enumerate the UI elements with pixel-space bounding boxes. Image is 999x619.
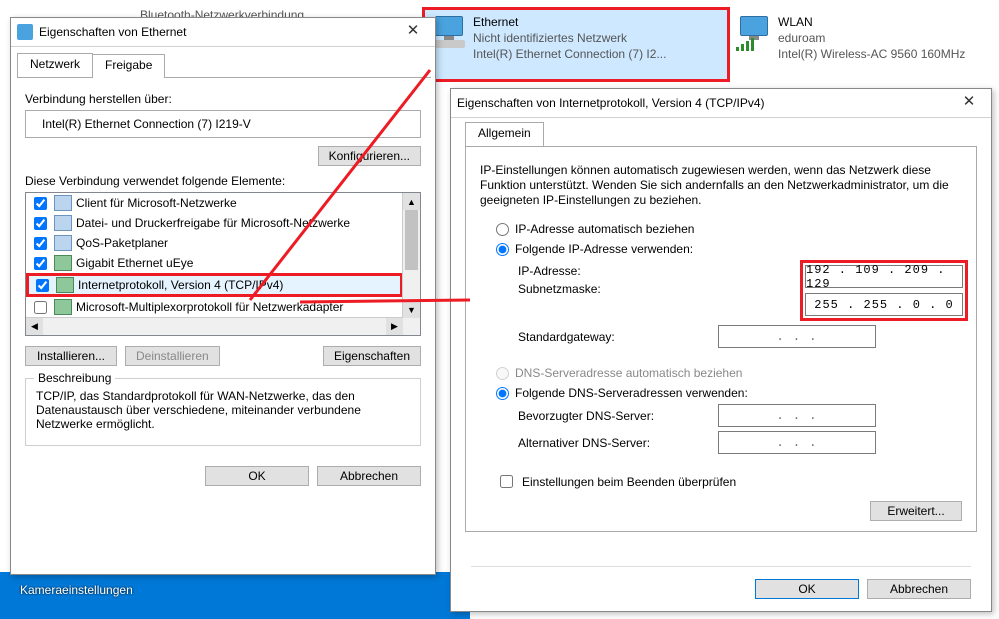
scroll-down-icon[interactable]: ▼ xyxy=(403,301,420,318)
component-checkbox[interactable] xyxy=(34,301,47,314)
component-row[interactable]: Gigabit Ethernet uEye xyxy=(26,253,403,273)
window-title: Eigenschaften von Internetprotokoll, Ver… xyxy=(457,96,765,110)
titlebar[interactable]: Eigenschaften von Internetprotokoll, Ver… xyxy=(451,89,991,118)
description-text: IP-Einstellungen können automatisch zuge… xyxy=(480,163,962,208)
ethernet-adapter-icon xyxy=(431,16,465,50)
component-label: Datei- und Druckerfreigabe für Microsoft… xyxy=(76,216,350,230)
scroll-left-icon[interactable]: ◀ xyxy=(26,318,43,335)
gateway-label: Standardgateway: xyxy=(474,330,718,344)
ip-label: IP-Adresse: xyxy=(474,264,718,278)
ip-mask-highlight: 192 . 109 . 209 . 129 255 . 255 . 0 . 0 xyxy=(800,260,968,321)
component-row[interactable]: Client für Microsoft-Netzwerke xyxy=(26,193,403,213)
horizontal-scrollbar[interactable]: ◀ ▶ xyxy=(26,317,403,335)
properties-button[interactable]: Eigenschaften xyxy=(323,346,421,366)
component-label: Gigabit Ethernet uEye xyxy=(76,256,193,270)
component-checkbox[interactable] xyxy=(34,217,47,230)
close-button[interactable]: ✕ xyxy=(397,21,429,43)
window-icon xyxy=(17,24,33,40)
scroll-up-icon[interactable]: ▲ xyxy=(403,193,420,210)
protocol-icon xyxy=(54,255,72,271)
tab-network[interactable]: Netzwerk xyxy=(17,53,93,77)
adapter-card-ethernet[interactable]: Ethernet Nicht identifiziertes Netzwerk … xyxy=(422,7,730,82)
client-icon xyxy=(54,215,72,231)
adapter-device: Intel(R) Ethernet Connection (7) I2... xyxy=(473,46,666,62)
component-label: QoS-Paketplaner xyxy=(76,236,168,250)
component-row[interactable]: QoS-Paketplaner xyxy=(26,233,403,253)
ip-input[interactable]: 192 . 109 . 209 . 129 xyxy=(805,265,963,288)
mask-input[interactable]: 255 . 255 . 0 . 0 xyxy=(805,293,963,316)
component-label: Microsoft-Multiplexorprotokoll für Netzw… xyxy=(76,300,343,314)
adapter-card-wlan[interactable]: WLAN eduroam Intel(R) Wireless-AC 9560 1… xyxy=(730,10,999,68)
install-button[interactable]: Installieren... xyxy=(25,346,117,366)
gateway-input[interactable]: . . . xyxy=(718,325,876,348)
configure-button[interactable]: Konfigurieren... xyxy=(318,146,421,166)
scroll-thumb[interactable] xyxy=(405,210,418,270)
adapter-status: eduroam xyxy=(778,30,965,46)
wlan-adapter-icon xyxy=(736,16,770,50)
nic-name: Intel(R) Ethernet Connection (7) I219-V xyxy=(42,117,251,131)
component-checkbox[interactable] xyxy=(36,279,49,292)
component-row[interactable]: Internetprotokoll, Version 4 (TCP/IPv4) xyxy=(26,273,403,297)
mask-label: Subnetzmaske: xyxy=(474,282,718,296)
component-checkbox[interactable] xyxy=(34,197,47,210)
dns2-input[interactable]: . . . xyxy=(718,431,876,454)
adapter-name: WLAN xyxy=(778,14,965,30)
vertical-scrollbar[interactable]: ▲ ▼ xyxy=(402,193,420,318)
client-icon xyxy=(54,195,72,211)
validate-checkbox[interactable]: Einstellungen beim Beenden überprüfen xyxy=(496,472,968,491)
component-row[interactable]: Microsoft-Multiplexorprotokoll für Netzw… xyxy=(26,297,403,317)
component-label: Client für Microsoft-Netzwerke xyxy=(76,196,237,210)
client-icon xyxy=(54,235,72,251)
connect-using-label: Verbindung herstellen über: xyxy=(25,92,421,106)
radio-static-dns[interactable]: Folgende DNS-Serveradressen verwenden: xyxy=(496,386,968,400)
camera-settings-label: Kameraeinstellungen xyxy=(20,583,133,597)
scroll-corner xyxy=(403,318,420,335)
description-body: TCP/IP, das Standardprotokoll für WAN-Ne… xyxy=(36,389,410,431)
advanced-button[interactable]: Erweitert... xyxy=(870,501,962,521)
window-title: Eigenschaften von Ethernet xyxy=(39,25,186,39)
dns2-label: Alternativer DNS-Server: xyxy=(474,436,718,450)
component-checkbox[interactable] xyxy=(34,237,47,250)
component-row[interactable]: Datei- und Druckerfreigabe für Microsoft… xyxy=(26,213,403,233)
close-button[interactable]: ✕ xyxy=(953,92,985,114)
protocol-icon xyxy=(54,299,72,315)
protocol-icon xyxy=(56,277,74,293)
adapter-name: Ethernet xyxy=(473,14,666,30)
tabstrip: Netzwerk Freigabe xyxy=(17,53,431,78)
tab-sharing[interactable]: Freigabe xyxy=(92,54,165,78)
components-list[interactable]: Client für Microsoft-Netzwerke Datei- und… xyxy=(25,192,421,336)
tab-general[interactable]: Allgemein xyxy=(465,122,544,146)
radio-auto-dns: DNS-Serveradresse automatisch beziehen xyxy=(496,366,968,380)
component-checkbox[interactable] xyxy=(34,257,47,270)
description-title: Beschreibung xyxy=(34,371,115,385)
ok-button[interactable]: OK xyxy=(755,579,859,599)
ethernet-properties-window: Eigenschaften von Ethernet ✕ Netzwerk Fr… xyxy=(10,17,436,575)
description-group: Beschreibung TCP/IP, das Standardprotoko… xyxy=(25,378,421,446)
cancel-button[interactable]: Abbrechen xyxy=(317,466,421,486)
ipv4-properties-window: Eigenschaften von Internetprotokoll, Ver… xyxy=(450,88,992,612)
adapter-status: Nicht identifiziertes Netzwerk xyxy=(473,30,666,46)
uses-label: Diese Verbindung verwendet folgende Elem… xyxy=(25,174,421,188)
component-label: Internetprotokoll, Version 4 (TCP/IPv4) xyxy=(78,278,283,292)
adapter-device: Intel(R) Wireless-AC 9560 160MHz xyxy=(778,46,965,62)
ok-button[interactable]: OK xyxy=(205,466,309,486)
uninstall-button: Deinstallieren xyxy=(125,346,220,366)
titlebar[interactable]: Eigenschaften von Ethernet ✕ xyxy=(11,18,435,47)
scroll-right-icon[interactable]: ▶ xyxy=(386,318,403,335)
dns1-input[interactable]: . . . xyxy=(718,404,876,427)
radio-auto-ip[interactable]: IP-Adresse automatisch beziehen xyxy=(496,222,968,236)
dns1-label: Bevorzugter DNS-Server: xyxy=(474,409,718,423)
adapter-box[interactable]: Intel(R) Ethernet Connection (7) I219-V xyxy=(25,110,421,138)
radio-static-ip[interactable]: Folgende IP-Adresse verwenden: xyxy=(496,242,968,256)
cancel-button[interactable]: Abbrechen xyxy=(867,579,971,599)
